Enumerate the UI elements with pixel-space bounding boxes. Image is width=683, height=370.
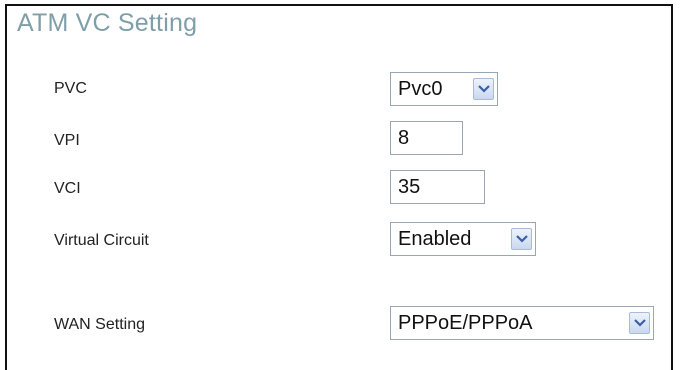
- vpi-label: VPI: [54, 132, 80, 149]
- page-title: ATM VC Setting: [17, 9, 198, 37]
- wan-setting-select-value: PPPoE/PPPoA: [398, 311, 533, 334]
- chevron-down-icon[interactable]: [473, 78, 494, 100]
- vci-input-value: 35: [398, 175, 421, 198]
- vci-input[interactable]: 35: [390, 170, 485, 204]
- chevron-down-icon[interactable]: [629, 312, 650, 334]
- virtual-circuit-select[interactable]: Enabled: [390, 222, 536, 256]
- chevron-down-icon[interactable]: [511, 228, 532, 250]
- pvc-label: PVC: [54, 80, 87, 97]
- pvc-select-value: Pvc0: [398, 77, 443, 100]
- virtual-circuit-select-value: Enabled: [398, 227, 472, 250]
- pvc-select[interactable]: Pvc0: [390, 72, 498, 106]
- wan-setting-select[interactable]: PPPoE/PPPoA: [390, 306, 654, 340]
- virtual-circuit-label: Virtual Circuit: [54, 232, 149, 249]
- atm-vc-setting-panel: ATM VC Setting PVC Pvc0 VPI 8 VCI 35 Vir…: [5, 4, 673, 370]
- wan-setting-label: WAN Setting: [54, 316, 145, 333]
- vpi-input-value: 8: [398, 126, 410, 149]
- vpi-input[interactable]: 8: [390, 121, 463, 155]
- vci-label: VCI: [54, 180, 81, 197]
